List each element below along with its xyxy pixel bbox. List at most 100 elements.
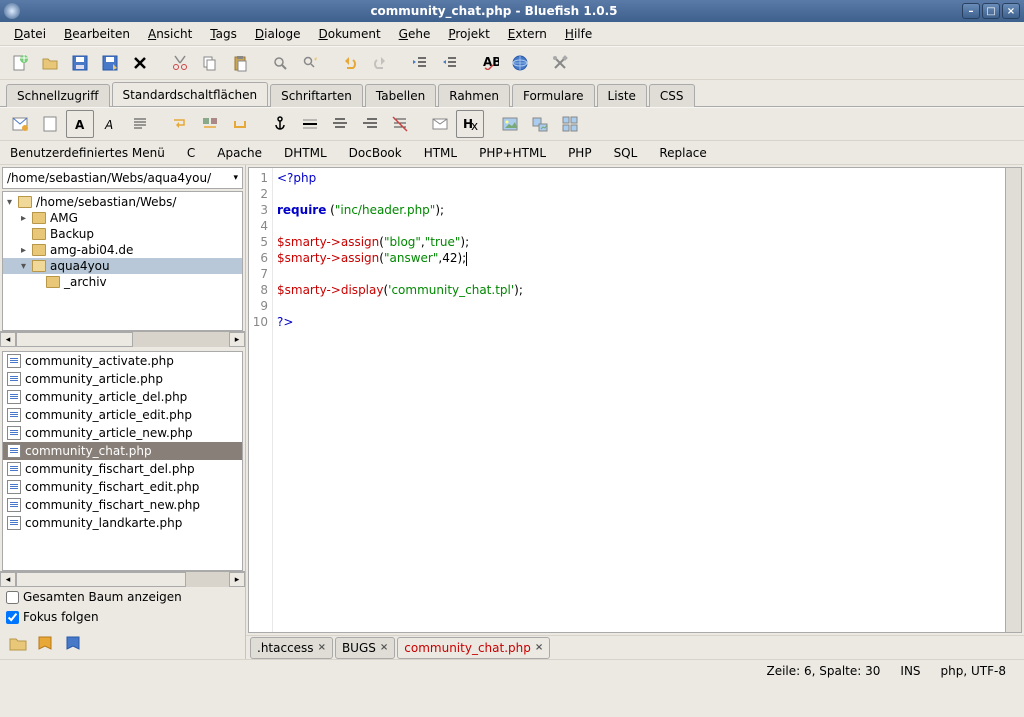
- scroll-right-button[interactable]: ▸: [229, 332, 245, 347]
- unindent-button[interactable]: [406, 49, 434, 77]
- anchor-button[interactable]: [266, 110, 294, 138]
- email-button[interactable]: [426, 110, 454, 138]
- bookmarks-tab-icon[interactable]: [34, 631, 58, 655]
- tree-item[interactable]: ▾aqua4you: [3, 258, 242, 274]
- secmenu-sql[interactable]: SQL: [610, 143, 642, 163]
- secmenu-benutzerdefiniertesmen[interactable]: Benutzerdefiniertes Menü: [6, 143, 169, 163]
- document-tab[interactable]: community_chat.php×: [397, 637, 550, 659]
- menu-dokument[interactable]: Dokument: [311, 24, 389, 44]
- file-item[interactable]: community_article_new.php: [3, 424, 242, 442]
- find-replace-button[interactable]: [296, 49, 324, 77]
- nbsp-button[interactable]: [226, 110, 254, 138]
- secmenu-dhtml[interactable]: DHTML: [280, 143, 331, 163]
- close-file-button[interactable]: [126, 49, 154, 77]
- scroll-left-button[interactable]: ◂: [0, 572, 16, 587]
- folder-tree[interactable]: ▾/home/sebastian/Webs/▸AMGBackup▸amg-abi…: [2, 191, 243, 331]
- expander-icon[interactable]: ▸: [21, 213, 32, 224]
- close-tab-icon[interactable]: ×: [318, 642, 326, 653]
- rightalign-button[interactable]: [356, 110, 384, 138]
- redo-button[interactable]: [366, 49, 394, 77]
- heading-button[interactable]: Hx: [456, 110, 484, 138]
- save-as-button[interactable]: [96, 49, 124, 77]
- paragraph-button[interactable]: [126, 110, 154, 138]
- tree-hscrollbar[interactable]: ◂ ▸: [0, 331, 245, 347]
- secmenu-docbook[interactable]: DocBook: [345, 143, 406, 163]
- expander-icon[interactable]: ▾: [7, 197, 18, 208]
- code-content[interactable]: <?php require ("inc/header.php"); $smart…: [273, 168, 1005, 632]
- menu-extern[interactable]: Extern: [500, 24, 555, 44]
- menu-projekt[interactable]: Projekt: [440, 24, 497, 44]
- menu-ansicht[interactable]: Ansicht: [140, 24, 200, 44]
- tree-item[interactable]: ▾/home/sebastian/Webs/: [3, 194, 242, 210]
- browser-preview-button[interactable]: [506, 49, 534, 77]
- filebrowser-tab-icon[interactable]: [6, 631, 30, 655]
- file-item[interactable]: community_fischart_edit.php: [3, 478, 242, 496]
- menu-hilfe[interactable]: Hilfe: [557, 24, 600, 44]
- secmenu-replace[interactable]: Replace: [655, 143, 710, 163]
- multithumbnail-button[interactable]: [556, 110, 584, 138]
- toolbar-tab-3[interactable]: Tabellen: [365, 84, 436, 107]
- secmenu-apache[interactable]: Apache: [213, 143, 266, 163]
- menu-dialoge[interactable]: Dialoge: [247, 24, 309, 44]
- breakclear-button[interactable]: [196, 110, 224, 138]
- file-item[interactable]: community_fischart_del.php: [3, 460, 242, 478]
- show-tree-check-input[interactable]: [6, 591, 19, 604]
- close-tab-icon[interactable]: ×: [380, 642, 388, 653]
- bold-button[interactable]: A: [66, 110, 94, 138]
- tree-item[interactable]: ▸amg-abi04.de: [3, 242, 242, 258]
- document-tab[interactable]: .htaccess×: [250, 637, 333, 659]
- menu-datei[interactable]: Datei: [6, 24, 54, 44]
- filelist-hscrollbar[interactable]: ◂ ▸: [0, 571, 245, 587]
- body-button[interactable]: [36, 110, 64, 138]
- secmenu-php[interactable]: PHP: [564, 143, 596, 163]
- menu-gehe[interactable]: Gehe: [391, 24, 439, 44]
- image-button[interactable]: [496, 110, 524, 138]
- file-list[interactable]: community_activate.phpcommunity_article.…: [2, 351, 243, 571]
- toolbar-tab-4[interactable]: Rahmen: [438, 84, 510, 107]
- tree-item[interactable]: _archiv: [3, 274, 242, 290]
- file-item[interactable]: community_chat.php: [3, 442, 242, 460]
- menu-tags[interactable]: Tags: [202, 24, 245, 44]
- copy-button[interactable]: [196, 49, 224, 77]
- follow-focus-check-input[interactable]: [6, 611, 19, 624]
- toolbar-tab-2[interactable]: Schriftarten: [270, 84, 363, 107]
- menu-bearbeiten[interactable]: Bearbeiten: [56, 24, 138, 44]
- comment-button[interactable]: [386, 110, 414, 138]
- indent-button[interactable]: [436, 49, 464, 77]
- quickstart-button[interactable]: [6, 110, 34, 138]
- save-file-button[interactable]: [66, 49, 94, 77]
- hrule-button[interactable]: [296, 110, 324, 138]
- open-file-button[interactable]: [36, 49, 64, 77]
- file-item[interactable]: community_article_edit.php: [3, 406, 242, 424]
- show-tree-checkbox[interactable]: Gesamten Baum anzeigen: [0, 587, 245, 607]
- file-item[interactable]: community_landkarte.php: [3, 514, 242, 532]
- file-item[interactable]: community_fischart_new.php: [3, 496, 242, 514]
- italic-button[interactable]: A: [96, 110, 124, 138]
- toolbar-tab-1[interactable]: Standardschaltflächen: [112, 82, 269, 106]
- secmenu-c[interactable]: C: [183, 143, 199, 163]
- reference-tab-icon[interactable]: [62, 631, 86, 655]
- secmenu-html[interactable]: HTML: [420, 143, 461, 163]
- tree-item[interactable]: ▸AMG: [3, 210, 242, 226]
- follow-focus-checkbox[interactable]: Fokus folgen: [0, 607, 245, 627]
- scroll-left-button[interactable]: ◂: [0, 332, 16, 347]
- center-button[interactable]: [326, 110, 354, 138]
- cut-button[interactable]: [166, 49, 194, 77]
- toolbar-tab-0[interactable]: Schnellzugriff: [6, 84, 110, 107]
- expander-icon[interactable]: ▾: [21, 261, 32, 272]
- close-button[interactable]: ×: [1002, 3, 1020, 19]
- toolbar-tab-7[interactable]: CSS: [649, 84, 695, 107]
- undo-button[interactable]: [336, 49, 364, 77]
- code-editor[interactable]: 12345678910 <?php require ("inc/header.p…: [248, 167, 1022, 633]
- file-item[interactable]: community_article.php: [3, 370, 242, 388]
- file-item[interactable]: community_activate.php: [3, 352, 242, 370]
- minimize-button[interactable]: –: [962, 3, 980, 19]
- thumbnail-button[interactable]: [526, 110, 554, 138]
- maximize-button[interactable]: □: [982, 3, 1000, 19]
- find-button[interactable]: [266, 49, 294, 77]
- toolbar-tab-5[interactable]: Formulare: [512, 84, 595, 107]
- preferences-button[interactable]: [546, 49, 574, 77]
- break-button[interactable]: [166, 110, 194, 138]
- file-item[interactable]: community_article_del.php: [3, 388, 242, 406]
- path-combobox[interactable]: /home/sebastian/Webs/aqua4you/ ▾: [2, 167, 243, 189]
